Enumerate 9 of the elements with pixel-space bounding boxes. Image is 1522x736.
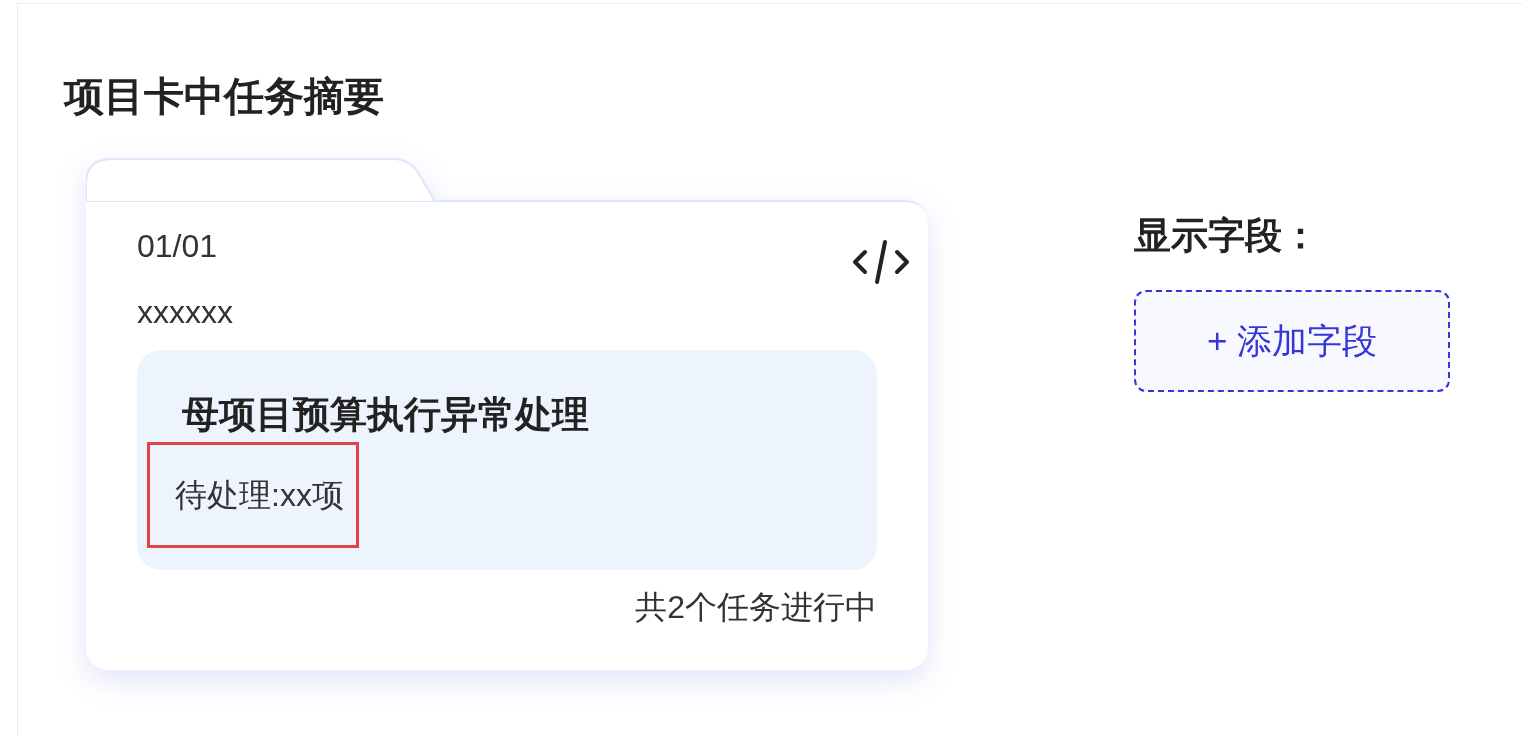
fields-label: 显示字段： bbox=[1134, 214, 1320, 258]
task-count: 共2个任务进行中 bbox=[635, 588, 877, 627]
section-title: 项目卡中任务摘要 bbox=[64, 73, 384, 120]
task-status: 待处理:xx项 bbox=[147, 442, 359, 548]
task-title: 母项目预算执行异常处理 bbox=[182, 393, 589, 437]
card-name: xxxxxx bbox=[137, 293, 233, 332]
card-index: 01/01 bbox=[137, 227, 218, 266]
code-icon[interactable] bbox=[851, 238, 911, 286]
add-field-button[interactable]: + 添加字段 bbox=[1134, 290, 1450, 392]
